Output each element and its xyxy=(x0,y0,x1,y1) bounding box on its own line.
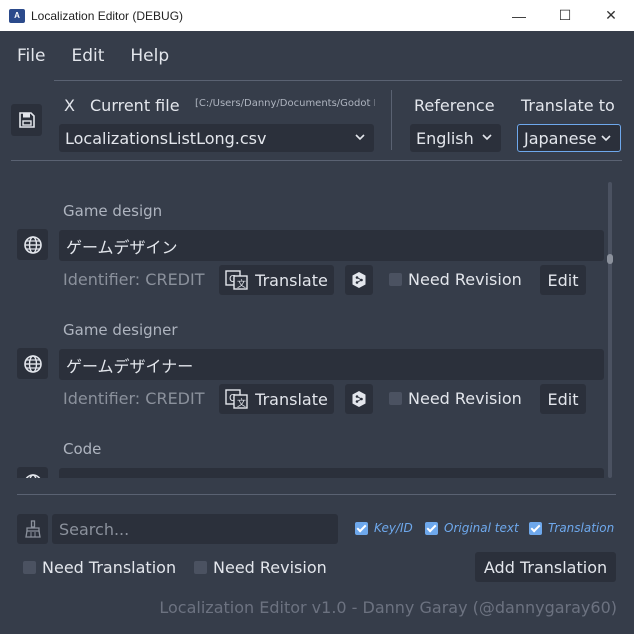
menu-separator xyxy=(54,80,622,81)
globe-icon xyxy=(23,354,42,373)
need-revision-label: Need Revision xyxy=(408,389,522,408)
filter-key-id-checkbox[interactable]: Key/ID xyxy=(355,521,413,535)
need-translation-filter-checkbox[interactable]: Need Translation xyxy=(23,558,176,577)
translate-to-select-value: Japanese xyxy=(524,128,597,148)
globe-icon xyxy=(23,235,42,254)
credits-text: Localization Editor v1.0 - Danny Garay (… xyxy=(159,598,617,617)
current-file-path: [C:/Users/Danny/Documents/Godot P xyxy=(195,98,375,109)
entry-original-text: Game design xyxy=(63,202,163,220)
filter-translation-checkbox[interactable]: Translation xyxy=(529,521,614,535)
save-button[interactable] xyxy=(11,104,42,136)
broom-icon xyxy=(24,520,41,538)
entry-original-text: Game designer xyxy=(63,321,178,339)
translate-button[interactable]: G 文 Translate xyxy=(219,265,334,295)
deepl-button[interactable] xyxy=(345,265,373,295)
menu-help[interactable]: Help xyxy=(121,46,178,66)
header-separator xyxy=(391,90,392,150)
translate-button-label: Translate xyxy=(255,389,328,409)
need-revision-checkbox[interactable]: Need Revision xyxy=(389,270,522,289)
save-icon xyxy=(18,112,35,128)
checkbox-box xyxy=(389,392,402,405)
list-item: Game designer ゲームデザイナー Identifier: CREDI… xyxy=(11,321,611,441)
google-translate-icon: G 文 xyxy=(225,270,248,290)
globe-button[interactable] xyxy=(17,348,48,379)
app-icon: A xyxy=(9,8,25,23)
checkbox-box xyxy=(389,273,402,286)
google-translate-icon: G 文 xyxy=(225,389,248,409)
checkbox-box xyxy=(355,521,368,535)
chevron-down-icon xyxy=(355,134,365,141)
minimize-button[interactable]: — xyxy=(496,0,542,31)
need-revision-filter-checkbox[interactable]: Need Revision xyxy=(194,558,327,577)
identifier-label: Identifier: CREDIT xyxy=(63,389,205,408)
filter-key-id-label: Key/ID xyxy=(374,521,413,535)
file-select-value: LocalizationsListLong.csv xyxy=(65,128,267,148)
reference-select[interactable]: English xyxy=(410,124,501,152)
svg-text:文: 文 xyxy=(237,397,246,409)
window-title: Localization Editor (DEBUG) xyxy=(31,8,184,23)
menu-bar: File Edit Help xyxy=(0,31,634,81)
footer-separator xyxy=(17,494,616,495)
list-item: Game design ゲームデザイン Identifier: CREDIT G… xyxy=(11,202,611,322)
globe-icon xyxy=(24,473,41,478)
search-input[interactable] xyxy=(52,514,338,544)
translation-list[interactable]: Game design ゲームデザイン Identifier: CREDIT G… xyxy=(11,180,611,478)
clear-filter-button[interactable] xyxy=(17,514,48,544)
svg-text:文: 文 xyxy=(237,278,246,290)
checkbox-box xyxy=(425,521,438,535)
title-bar: A Localization Editor (DEBUG) — ☐ ✕ xyxy=(0,0,634,31)
translation-field[interactable]: コード xyxy=(59,468,604,478)
identifier-label: Identifier: CREDIT xyxy=(63,270,205,289)
current-file-label: Current file xyxy=(90,96,180,115)
translate-button[interactable]: G 文 Translate xyxy=(219,384,334,414)
translate-button-label: Translate xyxy=(255,270,328,290)
chevron-down-icon xyxy=(482,134,492,141)
translate-to-label: Translate to xyxy=(521,96,615,115)
close-window-button[interactable]: ✕ xyxy=(588,0,634,31)
translation-field[interactable]: ゲームデザイナー xyxy=(59,349,604,380)
deepl-icon xyxy=(352,272,366,288)
list-scroll-thumb[interactable] xyxy=(607,254,613,264)
reference-select-value: English xyxy=(416,128,474,148)
need-translation-label: Need Translation xyxy=(42,558,177,577)
header-bottom-separator xyxy=(11,160,622,161)
menu-edit[interactable]: Edit xyxy=(62,46,113,66)
edit-button[interactable]: Edit xyxy=(540,265,586,295)
file-select[interactable]: LocalizationsListLong.csv xyxy=(59,124,374,152)
maximize-button[interactable]: ☐ xyxy=(542,0,588,31)
globe-button[interactable] xyxy=(17,229,48,260)
filter-original-text-label: Original text xyxy=(444,521,519,535)
menu-file[interactable]: File xyxy=(8,46,54,66)
translation-field[interactable]: ゲームデザイン xyxy=(59,230,604,261)
list-item: Code コード xyxy=(11,440,611,478)
need-revision-label: Need Revision xyxy=(408,270,522,289)
checkbox-box xyxy=(23,561,36,574)
need-revision-checkbox[interactable]: Need Revision xyxy=(389,389,522,408)
translate-to-select[interactable]: Japanese xyxy=(517,124,621,152)
edit-button[interactable]: Edit xyxy=(540,384,586,414)
checkbox-box xyxy=(194,561,207,574)
chevron-down-icon xyxy=(601,135,611,142)
window-controls: — ☐ ✕ xyxy=(496,0,634,31)
globe-button[interactable] xyxy=(17,467,48,478)
add-translation-button[interactable]: Add Translation xyxy=(475,552,616,582)
checkbox-box xyxy=(529,521,542,535)
deepl-icon xyxy=(352,391,366,407)
filter-translation-label: Translation xyxy=(548,521,615,535)
need-revision-filter-label: Need Revision xyxy=(213,558,327,577)
filter-original-text-checkbox[interactable]: Original text xyxy=(425,521,519,535)
entry-original-text: Code xyxy=(63,440,102,458)
deepl-button[interactable] xyxy=(345,384,373,414)
reference-label: Reference xyxy=(414,96,495,115)
list-scrollbar[interactable] xyxy=(608,182,612,478)
close-file-button[interactable]: X xyxy=(64,96,75,115)
